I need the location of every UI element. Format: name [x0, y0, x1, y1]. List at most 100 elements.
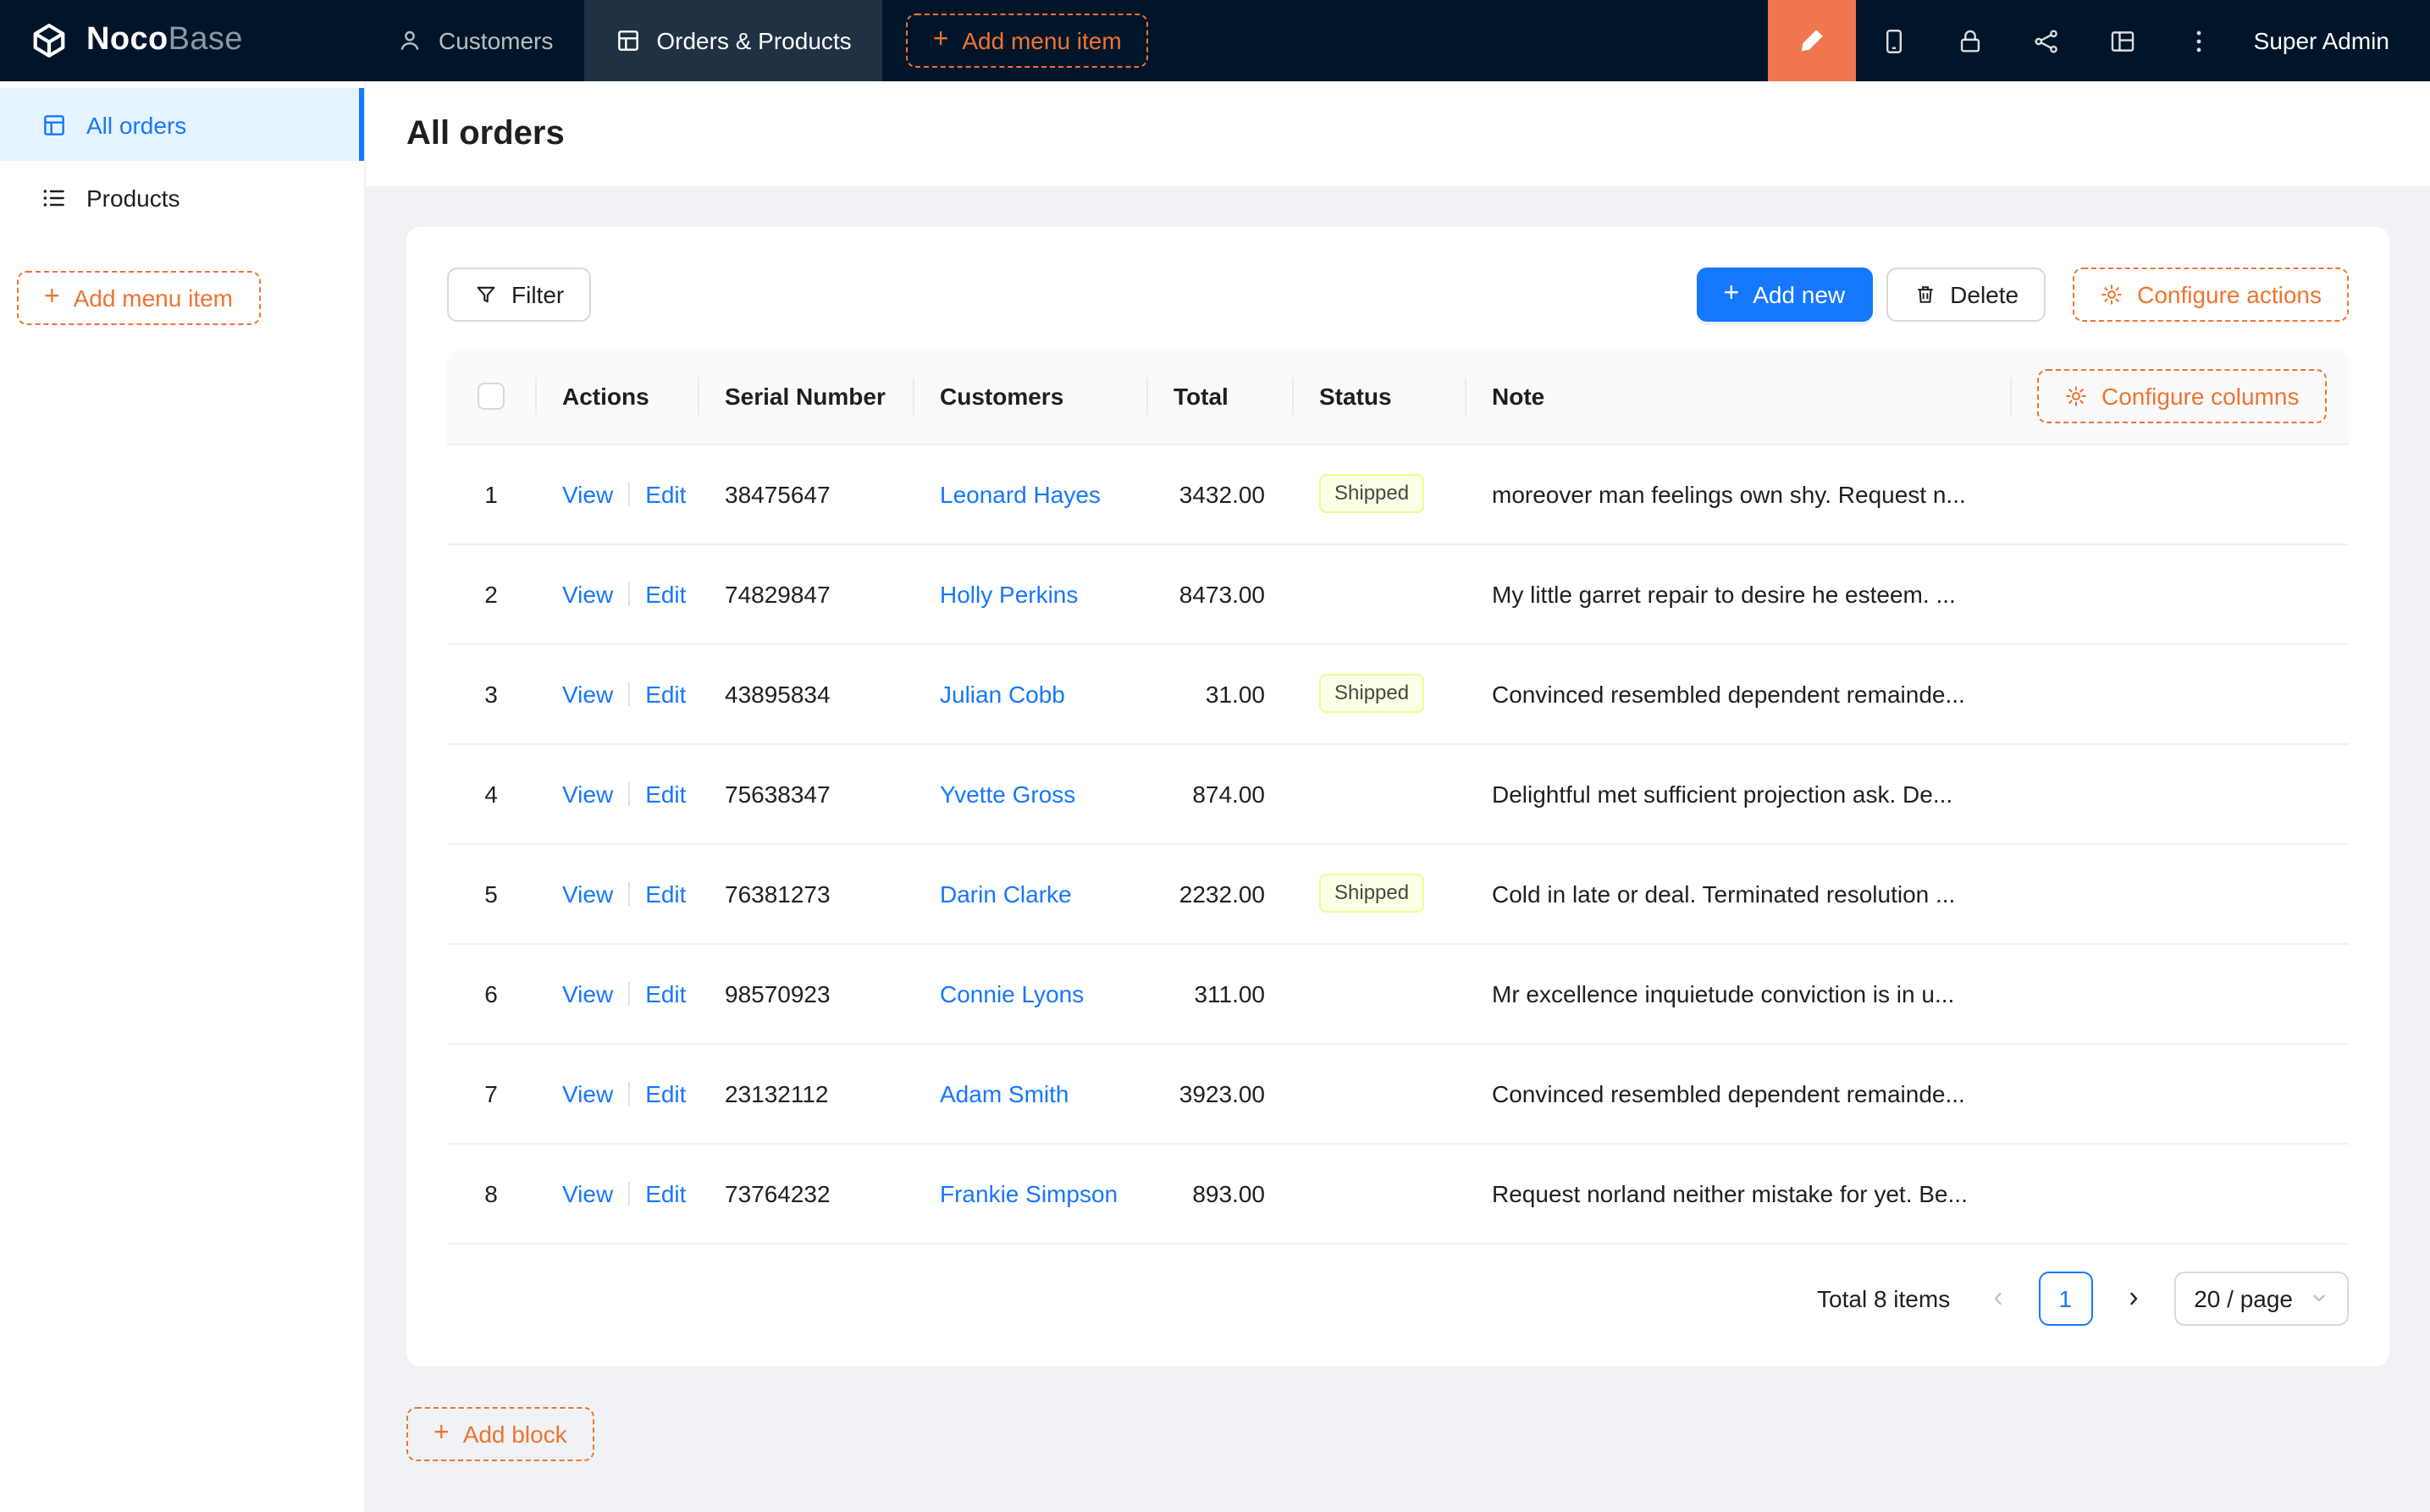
logo[interactable]: NocoBase [0, 19, 366, 63]
spacer-cell [2010, 544, 2349, 643]
customer-link[interactable]: Julian Cobb [940, 680, 1065, 707]
row-actions-cell: View Edit [535, 1043, 698, 1143]
customer-link[interactable]: Yvette Gross [940, 780, 1075, 807]
customer-link[interactable]: Connie Lyons [940, 979, 1084, 1007]
view-link[interactable]: View [562, 680, 613, 707]
select-all-checkbox[interactable] [478, 384, 505, 411]
view-link[interactable]: View [562, 580, 613, 607]
total-cell: 893.00 [1146, 1143, 1292, 1243]
table-row[interactable]: 3 ViewEdit 43895834 Julian Cobb [447, 643, 2349, 743]
user-icon [396, 27, 423, 54]
nocobase-logo-icon [27, 19, 71, 63]
customer-cell: Holly Perkins [913, 544, 1146, 643]
mobile-icon [1880, 26, 1908, 55]
more-menu-button[interactable] [2161, 0, 2237, 81]
configure-columns-label: Configure columns [2101, 383, 2299, 410]
row-index: 8 [484, 1179, 498, 1206]
page-size-select[interactable]: 20 / page [2173, 1271, 2349, 1325]
nav-item-orders-products[interactable]: Orders & Products [583, 0, 881, 81]
row-index-cell: 2 [447, 544, 535, 643]
plus-icon: + [933, 27, 949, 54]
more-vertical-icon [2184, 26, 2213, 55]
view-link[interactable]: View [562, 979, 613, 1007]
divider [628, 1181, 630, 1205]
table-row[interactable]: 1 View Edit 38475647 Leonard Hayes [447, 444, 2349, 544]
customer-link[interactable]: Adam Smith [940, 1079, 1069, 1106]
note-cell: Convinced resembled dependent remainde..… [1465, 1043, 2010, 1143]
table-row[interactable]: 6 ViewEdit 98570923 Connie Lyons [447, 943, 2349, 1043]
edit-link[interactable]: Edit [645, 979, 686, 1007]
filter-button[interactable]: Filter [447, 268, 591, 322]
view-link[interactable]: View [562, 780, 613, 807]
add-menu-item-button-header[interactable]: + Add menu item [906, 14, 1149, 68]
spacer-cell [2010, 1043, 2349, 1143]
lock-button[interactable] [1932, 0, 2008, 81]
divider [628, 981, 630, 1005]
ui-editor-button[interactable] [1768, 0, 1856, 81]
edit-link[interactable]: Edit [645, 680, 686, 707]
page-1-button[interactable]: 1 [2038, 1271, 2092, 1325]
table-row[interactable]: 2 ViewEdit 74829847 Holly Perkins [447, 544, 2349, 643]
column-header-serial: Serial Number [698, 349, 913, 444]
table-body: 1 View Edit 38475647 Leonard Hayes [447, 444, 2349, 1243]
view-link[interactable]: View [562, 880, 613, 907]
api-button[interactable] [2008, 0, 2085, 81]
row-index-cell: 7 [447, 1043, 535, 1143]
table-row[interactable]: 4 ViewEdit 75638347 Yvette Gross [447, 743, 2349, 843]
plus-icon: + [44, 284, 60, 312]
view-link[interactable]: View [562, 480, 613, 507]
status-cell [1292, 743, 1465, 843]
table-toolbar: Filter + Add new [447, 268, 2349, 322]
customer-link[interactable]: Holly Perkins [940, 580, 1078, 607]
divider [628, 781, 630, 805]
total-cell: 2232.00 [1146, 843, 1292, 943]
spacer-cell [2010, 943, 2349, 1043]
note-cell: My little garret repair to desire he est… [1465, 544, 2010, 643]
user-menu[interactable]: Super Admin [2237, 27, 2430, 54]
row-actions-cell: View Edit [535, 743, 698, 843]
page-header: All orders [366, 81, 2430, 186]
edit-link[interactable]: Edit [645, 880, 686, 907]
table-row[interactable]: 8 ViewEdit 73764232 Frankie Simpson [447, 1143, 2349, 1243]
sidebar: All orders Products + Add menu item [0, 81, 366, 1512]
edit-link[interactable]: Edit [645, 1179, 686, 1206]
customer-cell: Connie Lyons [913, 943, 1146, 1043]
table-row[interactable]: 7 ViewEdit 23132112 Adam Smith [447, 1043, 2349, 1143]
view-link[interactable]: View [562, 1079, 613, 1106]
divider [628, 682, 630, 705]
layout-button[interactable] [2085, 0, 2161, 81]
view-link[interactable]: View [562, 1179, 613, 1206]
add-new-button[interactable]: + Add new [1697, 268, 1873, 322]
row-index-cell: 4 [447, 743, 535, 843]
customer-link[interactable]: Leonard Hayes [940, 480, 1101, 507]
sidebar-item-all-orders[interactable]: All orders [0, 88, 364, 161]
next-page-button[interactable] [2106, 1271, 2160, 1325]
sidebar-item-products[interactable]: Products [0, 161, 364, 234]
column-header-select [447, 349, 535, 444]
edit-link[interactable]: Edit [645, 1079, 686, 1106]
chevron-right-icon [2123, 1288, 2143, 1308]
configure-columns-button[interactable]: Configure columns [2037, 369, 2326, 423]
mobile-preview-button[interactable] [1856, 0, 1932, 81]
total-cell: 311.00 [1146, 943, 1292, 1043]
row-actions-cell: View Edit [535, 643, 698, 743]
edit-link[interactable]: Edit [645, 780, 686, 807]
add-block-button[interactable]: + Add block [406, 1406, 594, 1460]
delete-button[interactable]: Delete [1886, 268, 2046, 322]
table-row[interactable]: 5 ViewEdit 76381273 Darin Clarke [447, 843, 2349, 943]
customer-link[interactable]: Darin Clarke [940, 880, 1072, 907]
nav-item-label: Orders & Products [656, 27, 851, 54]
serial-number-cell: 38475647 [698, 444, 913, 544]
row-index: 1 [484, 480, 498, 507]
nav-item-customers[interactable]: Customers [366, 0, 583, 81]
customer-cell: Julian Cobb [913, 643, 1146, 743]
customer-link[interactable]: Frankie Simpson [940, 1179, 1118, 1206]
add-menu-item-label: Add menu item [962, 27, 1121, 54]
status-cell: Shipped [1292, 643, 1465, 743]
configure-actions-button[interactable]: Configure actions [2073, 268, 2349, 322]
prev-page-button[interactable] [1970, 1271, 2024, 1325]
edit-link[interactable]: Edit [645, 580, 686, 607]
edit-link[interactable]: Edit [645, 480, 686, 507]
add-menu-item-button-sidebar[interactable]: + Add menu item [17, 271, 260, 325]
note-cell: Cold in late or deal. Terminated resolut… [1465, 843, 2010, 943]
